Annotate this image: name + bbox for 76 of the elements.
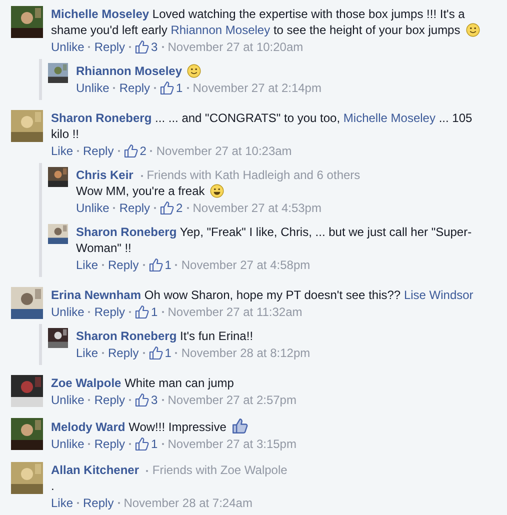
like-link[interactable]: Unlike bbox=[76, 80, 110, 96]
friends-note: Friends with Kath Hadleigh and 6 others bbox=[146, 168, 360, 182]
timestamp: November 27 at 4:58pm bbox=[181, 257, 310, 273]
reply-link[interactable]: Reply bbox=[94, 39, 126, 55]
timestamp: November 27 at 2:57pm bbox=[168, 392, 296, 408]
reply-link[interactable]: Reply bbox=[94, 436, 126, 452]
timestamp: November 27 at 2:14pm bbox=[192, 80, 322, 96]
author-link[interactable]: Chris Keir bbox=[76, 168, 134, 182]
like-link[interactable]: Like bbox=[76, 257, 98, 273]
author-link[interactable]: Sharon Roneberg bbox=[76, 329, 177, 343]
like-count[interactable]: 2 bbox=[176, 200, 183, 216]
timestamp: November 27 at 3:15pm bbox=[168, 436, 296, 452]
like-link[interactable]: Unlike bbox=[51, 39, 84, 55]
comment-text: Erina Newnham Oh wow Sharon, hope my PT doesn't see this?? Lise Windsor bbox=[51, 287, 474, 303]
thumbs-up-icon bbox=[135, 40, 150, 54]
comment-text: Melody Ward Wow!!! Impressive bbox=[51, 418, 483, 435]
thumbs-up-icon bbox=[135, 437, 150, 451]
comment-text: Wow MM, you're a freak bbox=[76, 183, 483, 199]
friends-note: Friends with Zoe Walpole bbox=[152, 463, 288, 477]
like-link[interactable]: Unlike bbox=[76, 200, 110, 216]
like-link[interactable]: Unlike bbox=[51, 436, 84, 452]
author-link[interactable]: Melody Ward bbox=[51, 420, 126, 434]
reply-link[interactable]: Reply bbox=[94, 392, 126, 408]
mention-link[interactable]: Rhiannon Moseley bbox=[170, 23, 274, 37]
comment-text: . bbox=[51, 478, 56, 494]
mention-link[interactable]: Michelle Moseley bbox=[343, 111, 439, 125]
author-link[interactable]: Sharon Roneberg bbox=[51, 111, 152, 125]
thumbs-up-icon bbox=[160, 81, 174, 95]
like-link[interactable]: Unlike bbox=[51, 304, 84, 320]
author-link[interactable]: Erina Newnham bbox=[51, 288, 142, 302]
thumbs-up-icon bbox=[135, 393, 150, 407]
like-count[interactable]: 2 bbox=[140, 143, 146, 159]
like-link[interactable]: Like bbox=[76, 345, 98, 361]
author-link[interactable]: Sharon Roneberg bbox=[76, 225, 177, 239]
like-count[interactable]: 1 bbox=[176, 80, 183, 96]
comment-text: Sharon Roneberg Yep, "Freak" I like, Chris, ... but we just call her "Super-Woman" !! bbox=[76, 224, 473, 256]
author-link[interactable]: Michelle Moseley bbox=[51, 7, 150, 21]
like-count[interactable]: 3 bbox=[151, 39, 158, 55]
like-count[interactable]: 3 bbox=[151, 392, 158, 408]
timestamp: November 27 at 11:32am bbox=[168, 304, 302, 320]
timestamp: November 27 at 10:20am bbox=[168, 39, 304, 55]
comment-text: Zoe Walpole White man can jump bbox=[51, 375, 235, 391]
like-count[interactable]: 1 bbox=[164, 257, 172, 273]
comment-text: Sharon Roneberg ... ... and "CONGRATS" to you too, Michelle Moseley ... 105 kilo !! bbox=[51, 110, 474, 142]
author-link[interactable]: Allan Kitchener bbox=[51, 463, 140, 477]
timestamp: November 28 at 7:24am bbox=[124, 495, 252, 511]
like-count[interactable]: 1 bbox=[164, 345, 172, 361]
thumbs-up-icon bbox=[124, 144, 138, 158]
thumbs-up-icon bbox=[148, 258, 163, 272]
thumbs-up-icon bbox=[160, 201, 174, 215]
smiley-face-icon bbox=[187, 64, 202, 78]
reply-link[interactable]: Reply bbox=[119, 80, 150, 96]
smiley-face-icon bbox=[466, 23, 480, 37]
like-link[interactable]: Like bbox=[51, 495, 74, 511]
reply-link[interactable]: Reply bbox=[83, 495, 114, 511]
thumbs-up-icon bbox=[232, 418, 248, 434]
like-count[interactable]: 1 bbox=[151, 304, 158, 320]
reply-link[interactable]: Reply bbox=[108, 257, 139, 273]
thumbs-up-icon bbox=[148, 346, 163, 360]
like-link[interactable]: Like bbox=[51, 143, 74, 159]
reply-link[interactable]: Reply bbox=[119, 200, 150, 216]
reply-link[interactable]: Reply bbox=[94, 304, 126, 320]
author-link[interactable]: Rhiannon Moseley bbox=[76, 64, 182, 78]
thumbs-up-icon bbox=[135, 305, 150, 319]
mention-link[interactable]: Lise Windsor bbox=[404, 288, 474, 302]
author-link[interactable]: Zoe Walpole bbox=[51, 376, 122, 390]
comment-text: Michelle Moseley Loved watching the expertise with those box jumps !!! It's a shame you'd left early Rhiannon Moseley to see the height of your box jumps bbox=[51, 6, 483, 38]
timestamp: November 28 at 8:12pm bbox=[181, 345, 310, 361]
comment-text: Sharon Roneberg It's fun Erina!! bbox=[76, 328, 254, 344]
timestamp: November 27 at 4:53pm bbox=[192, 200, 322, 216]
reply-link[interactable]: Reply bbox=[83, 143, 114, 159]
like-count[interactable]: 1 bbox=[151, 436, 158, 452]
timestamp: November 27 at 10:23am bbox=[156, 143, 292, 159]
reply-link[interactable]: Reply bbox=[108, 345, 139, 361]
like-link[interactable]: Unlike bbox=[51, 392, 84, 408]
grinning-face-icon bbox=[210, 184, 224, 198]
